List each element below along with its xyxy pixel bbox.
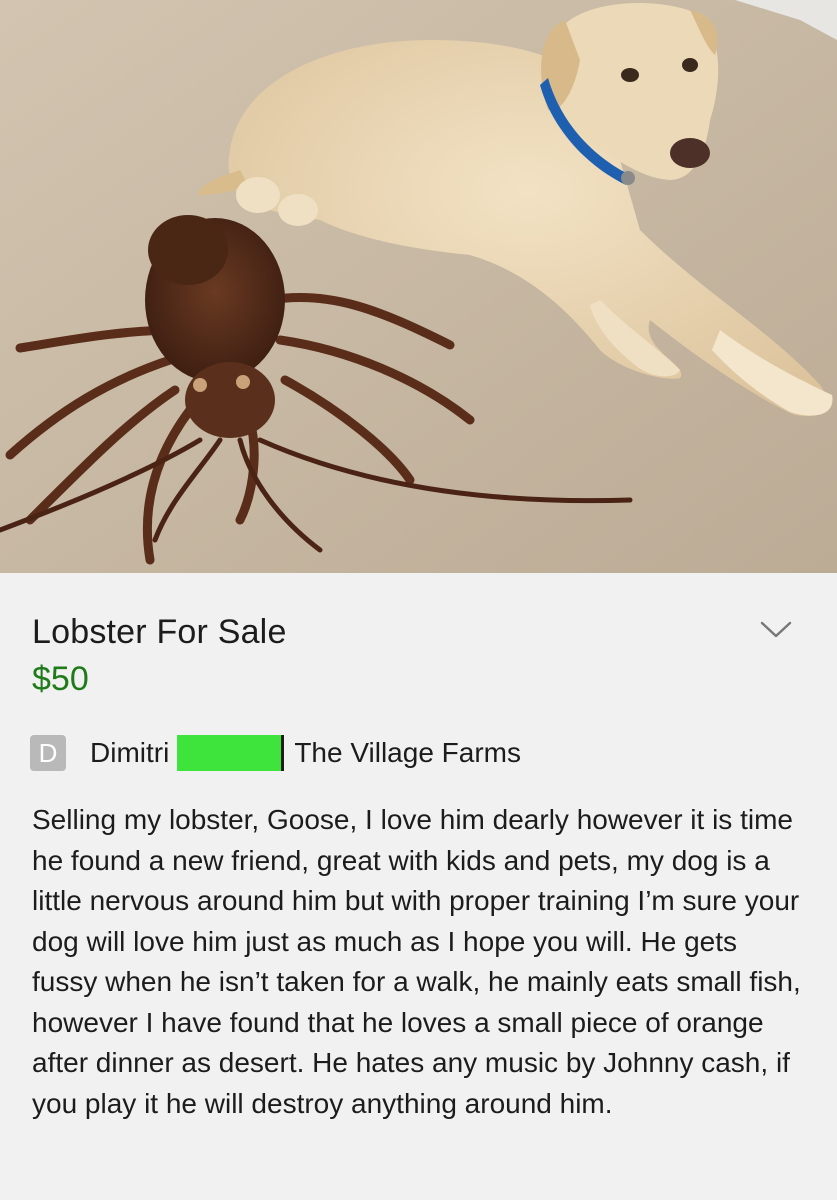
listing-photo[interactable] bbox=[0, 0, 837, 573]
redaction-bar bbox=[177, 735, 282, 771]
avatar[interactable]: D bbox=[30, 735, 66, 771]
listing-description: Selling my lobster, Goose, I love him de… bbox=[32, 804, 801, 1119]
seller-location: The Village Farms bbox=[294, 737, 521, 768]
dog-and-lobster-image bbox=[0, 0, 837, 573]
listing-price: $50 bbox=[32, 660, 89, 698]
seller-row[interactable]: D Dimitri The Village Farms bbox=[30, 734, 521, 772]
listing-title: Lobster For Sale bbox=[32, 613, 287, 651]
divider bbox=[281, 735, 285, 771]
chevron-down-icon[interactable] bbox=[759, 617, 793, 641]
seller-name[interactable]: Dimitri bbox=[90, 737, 169, 769]
listing-details: Lobster For Sale $50 D Dimitri The Villa… bbox=[0, 573, 837, 1200]
